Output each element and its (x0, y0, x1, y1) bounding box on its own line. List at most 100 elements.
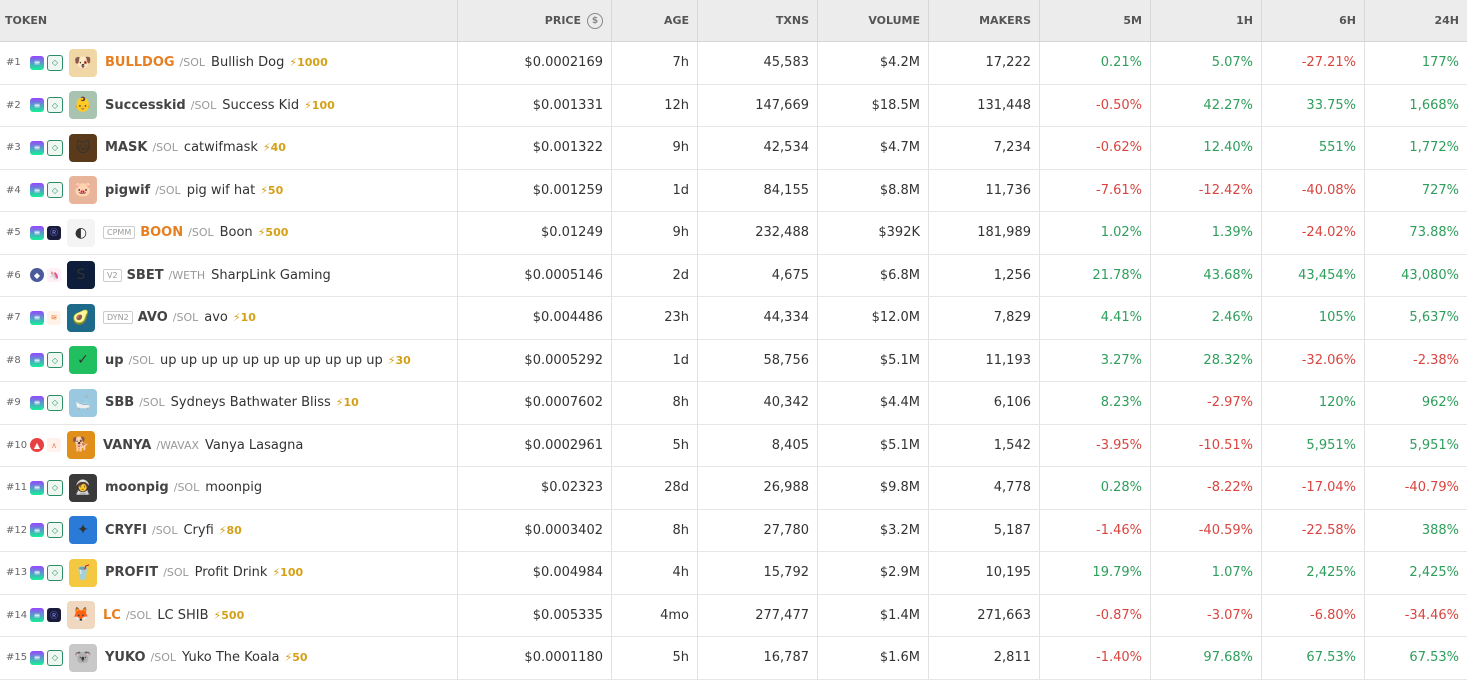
change-6h-cell: -24.02% (1262, 212, 1365, 254)
price-cell: $0.004984 (458, 552, 612, 594)
change-1h-cell: -12.42% (1151, 169, 1262, 211)
table-row[interactable]: #7 ≡ ≋ 🥑 DYN2 AVO/SOL avo ⚡10 $0.004486 23h 44,334… (0, 297, 1467, 340)
token-name: Profit Drink (194, 565, 268, 581)
table-row[interactable]: #8 ≡ ◇ ✓ up/SOL up up up up up up up up up up… (0, 339, 1467, 382)
table-row[interactable]: #3 ≡ ◇ 🐱 MASK/SOL catwifmask ⚡40 $0.001322 9h 42,… (0, 127, 1467, 170)
quote-token: /SOL (190, 98, 217, 112)
quote-token: /SOL (163, 566, 189, 580)
rank: #8 (6, 354, 21, 366)
header-txns[interactable]: TXNS (698, 0, 818, 41)
chain-sol-icon: ≡ (30, 98, 44, 113)
age-cell: 2d (612, 254, 698, 296)
change-5m-cell: -0.50% (1040, 84, 1151, 126)
token-cell[interactable]: #5 ≡ Ⓡ ◐ CPMM BOON/SOL Boon ⚡500 (0, 212, 458, 254)
token-name: Yuko The Koala (182, 650, 280, 666)
table-row[interactable]: #14 ≡ Ⓡ 🦊 LC/SOL LC SHIB ⚡500 $0.005335 4mo 277,4… (0, 594, 1467, 637)
makers-cell: 181,989 (929, 212, 1040, 254)
token-cell[interactable]: #9 ≡ ◇ 🛁 SBB/SOL Sydneys Bathwater Bliss ⚡10 (0, 382, 458, 424)
token-cell[interactable]: #1 ≡ ◇ 🐶 BULLDOG/SOL Bullish Dog ⚡1000 (0, 42, 458, 84)
token-symbol: LC (103, 607, 121, 623)
age-cell: 5h (612, 637, 698, 679)
token-cell[interactable]: #15 ≡ ◇ 🐨 YUKO/SOL Yuko The Koala ⚡50 (0, 637, 458, 679)
header-6h[interactable]: 6H (1262, 0, 1365, 41)
makers-cell: 131,448 (929, 84, 1040, 126)
boost-badge: ⚡40 (262, 141, 286, 155)
change-5m-cell: 3.27% (1040, 339, 1151, 381)
token-symbol: pigwif (105, 182, 151, 198)
header-1h[interactable]: 1H (1151, 0, 1262, 41)
token-symbol: BULLDOG (105, 55, 175, 71)
txns-cell: 8,405 (698, 424, 818, 466)
token-cell[interactable]: #4 ≡ ◇ 🐷 pigwif/SOL pig wif hat ⚡50 (0, 169, 458, 211)
chain-sol-icon: ≡ (30, 395, 44, 410)
quote-token: /SOL (179, 56, 206, 70)
header-5m[interactable]: 5M (1040, 0, 1151, 41)
token-name: Cryfi (183, 522, 214, 538)
change-1h-cell: 42.27% (1151, 84, 1262, 126)
change-1h-cell: 12.40% (1151, 127, 1262, 169)
token-name: catwifmask (183, 140, 258, 156)
age-cell: 4mo (612, 594, 698, 636)
table-row[interactable]: #6 ◆ 🦄 S V2 SBET/WETH SharpLink Gaming $0.00051… (0, 254, 1467, 297)
change-24h-cell: 67.53% (1409, 650, 1459, 666)
price-cell: $0.0001180 (458, 637, 612, 679)
token-cell[interactable]: #2 ≡ ◇ 👶 Successkid/SOL Success Kid ⚡100 (0, 84, 458, 126)
table-row[interactable]: #2 ≡ ◇ 👶 Successkid/SOL Success Kid ⚡100 $0.001… (0, 84, 1467, 127)
volume-cell: $1.4M (818, 594, 929, 636)
quote-token: /SOL (172, 311, 199, 325)
table-row[interactable]: #15 ≡ ◇ 🐨 YUKO/SOL Yuko The Koala ⚡50 $0.000118… (0, 637, 1467, 680)
dex-orca-icon: ≋ (47, 310, 61, 325)
token-cell[interactable]: #3 ≡ ◇ 🐱 MASK/SOL catwifmask ⚡40 (0, 127, 458, 169)
table-row[interactable]: #13 ≡ ◇ 🥤 PROFIT/SOL Profit Drink ⚡100 $0.00498… (0, 552, 1467, 595)
table-row[interactable]: #10 ▲ ∧ 🐕 VANYA/WAVAX Vanya Lasagna $0.0002961… (0, 424, 1467, 467)
volume-cell: $5.1M (818, 339, 929, 381)
header-makers[interactable]: MAKERS (929, 0, 1040, 41)
rank: #3 (6, 142, 21, 154)
table-row[interactable]: #5 ≡ Ⓡ ◐ CPMM BOON/SOL Boon ⚡500 $0.01249 9h 232,4… (0, 212, 1467, 255)
header-age[interactable]: AGE (612, 0, 698, 41)
token-cell[interactable]: #8 ≡ ◇ ✓ up/SOL up up up up up up up up up up… (0, 339, 458, 381)
table-row[interactable]: #11 ≡ ◇ 🧑‍🚀 moonpig/SOL moonpig $0.02323 28d 26,… (0, 467, 1467, 510)
change-24h-cell: -2.38% (1413, 352, 1459, 368)
token-cell[interactable]: #10 ▲ ∧ 🐕 VANYA/WAVAX Vanya Lasagna (0, 424, 458, 466)
makers-cell: 2,811 (929, 637, 1040, 679)
change-5m-cell: 21.78% (1040, 254, 1151, 296)
token-cell[interactable]: #11 ≡ ◇ 🧑‍🚀 moonpig/SOL moonpig (0, 467, 458, 509)
dex-raydium-icon: ◇ (47, 479, 63, 496)
dollar-icon[interactable]: $ (587, 12, 603, 29)
change-1h-cell: 1.39% (1151, 212, 1262, 254)
token-cell[interactable]: #6 ◆ 🦄 S V2 SBET/WETH SharpLink Gaming (0, 254, 458, 296)
table-row[interactable]: #9 ≡ ◇ 🛁 SBB/SOL Sydneys Bathwater Bliss ⚡10 $0… (0, 382, 1467, 425)
txns-cell: 26,988 (698, 467, 818, 509)
token-cell[interactable]: #14 ≡ Ⓡ 🦊 LC/SOL LC SHIB ⚡500 (0, 594, 458, 636)
txns-cell: 15,792 (698, 552, 818, 594)
token-cell[interactable]: #7 ≡ ≋ 🥑 DYN2 AVO/SOL avo ⚡10 (0, 297, 458, 339)
age-cell: 5h (612, 424, 698, 466)
pool-tag: CPMM (103, 226, 136, 240)
age-cell: 9h (612, 127, 698, 169)
dex-raydium-icon: ◇ (47, 522, 63, 539)
token-cell[interactable]: #12 ≡ ◇ ✦ CRYFI/SOL Cryfi ⚡80 (0, 509, 458, 551)
rank: #11 (6, 482, 28, 494)
rank: #15 (6, 652, 28, 664)
header-price[interactable]: PRICE $ (458, 0, 612, 41)
header-volume[interactable]: VOLUME (818, 0, 929, 41)
dex-lfj-icon: ∧ (47, 438, 61, 453)
change-5m-cell: 4.41% (1040, 297, 1151, 339)
change-6h-cell: -40.08% (1262, 169, 1365, 211)
volume-cell: $9.8M (818, 467, 929, 509)
token-cell[interactable]: #13 ≡ ◇ 🥤 PROFIT/SOL Profit Drink ⚡100 (0, 552, 458, 594)
table-row[interactable]: #1 ≡ ◇ 🐶 BULLDOG/SOL Bullish Dog ⚡1000 $0.00021… (0, 42, 1467, 85)
token-avatar: 🐱 (69, 133, 97, 162)
table-row[interactable]: #4 ≡ ◇ 🐷 pigwif/SOL pig wif hat ⚡50 $0.001259 1d… (0, 169, 1467, 212)
token-avatar: ✓ (69, 346, 97, 375)
token-symbol: BOON (140, 225, 184, 241)
change-6h-cell: 5,951% (1262, 424, 1365, 466)
price-cell: $0.001331 (458, 84, 612, 126)
token-symbol: moonpig (105, 480, 169, 496)
header-token[interactable]: TOKEN (0, 0, 458, 41)
header-24h[interactable]: 24H (1365, 0, 1467, 41)
table-row[interactable]: #12 ≡ ◇ ✦ CRYFI/SOL Cryfi ⚡80 $0.0003402 8h 27,78… (0, 509, 1467, 552)
change-6h-cell: -27.21% (1262, 42, 1365, 84)
makers-cell: 7,234 (929, 127, 1040, 169)
